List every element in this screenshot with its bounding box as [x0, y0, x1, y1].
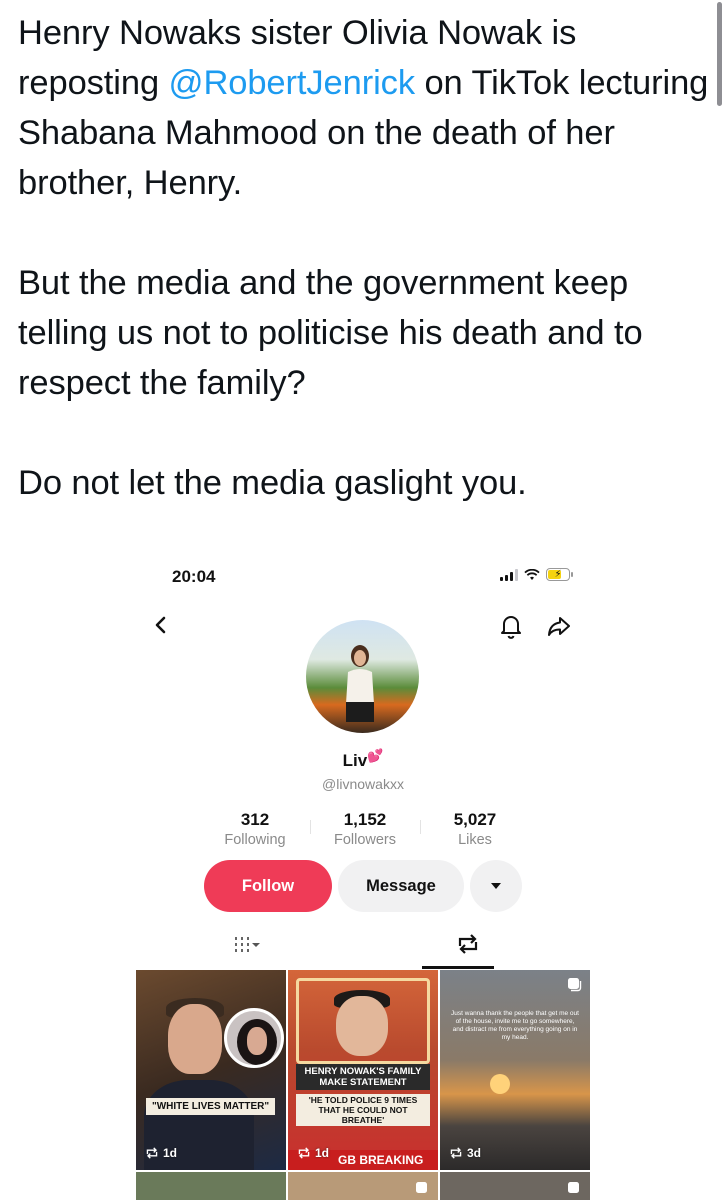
- status-icons: ⚡: [500, 568, 573, 581]
- repost-icon: [298, 1147, 310, 1159]
- stat-value: 5,027: [453, 810, 497, 829]
- mention-link[interactable]: @RobertJenrick: [169, 64, 416, 102]
- caret-down-icon: [491, 883, 501, 889]
- stat-label: Likes: [458, 832, 492, 848]
- tweet-body: Henry Nowaks sister Olivia Nowak is repo…: [18, 8, 713, 508]
- bell-icon[interactable]: [498, 612, 524, 640]
- thumbnail-image: [336, 996, 388, 1056]
- follow-button[interactable]: Follow: [204, 860, 332, 912]
- signal-icon: [500, 568, 518, 581]
- repost-age: 3d: [448, 1146, 481, 1160]
- profile-photo: [346, 645, 374, 722]
- tweet-paragraph-1: Henry Nowaks sister Olivia Nowak is repo…: [18, 8, 713, 208]
- video-thumbnail[interactable]: [288, 1172, 438, 1200]
- stat-value: 312: [240, 810, 270, 829]
- video-overlay-title: HENRY NOWAK'S FAMILY MAKE STATEMENT: [296, 1064, 430, 1090]
- photo-stack-icon: [568, 1182, 579, 1193]
- status-time: 20:04: [172, 567, 216, 586]
- active-tab-indicator: [422, 966, 494, 969]
- thumbnail-image: [168, 1004, 222, 1074]
- repost-age-text: 1d: [315, 1146, 330, 1160]
- video-thumbnail[interactable]: [440, 1172, 590, 1200]
- video-thumbnail[interactable]: "WHITE LIVES MATTER" 1d: [136, 970, 286, 1170]
- repost-icon: [450, 1147, 462, 1159]
- scrollbar[interactable]: [717, 2, 722, 106]
- video-overlay-quote: 'HE TOLD POLICE 9 TIMES THAT HE COULD NO…: [296, 1094, 430, 1126]
- stat-value: 1,152: [343, 810, 387, 829]
- avatar[interactable]: [306, 620, 419, 733]
- thumbnail-inset-image: [224, 1008, 284, 1068]
- video-overlay-text: "WHITE LIVES MATTER": [146, 1098, 276, 1115]
- profile-stats: 312 Following 1,152 Followers 5,027 Like…: [200, 810, 530, 848]
- stat-label: Following: [224, 832, 286, 848]
- repost-icon: [146, 1147, 158, 1159]
- battery-icon: ⚡: [546, 568, 573, 581]
- stat-following[interactable]: 312 Following: [200, 810, 310, 848]
- share-icon[interactable]: [546, 614, 572, 638]
- display-name-text: Liv: [342, 751, 368, 770]
- grid-icon[interactable]: [232, 934, 262, 956]
- thumbnail-image: [490, 1074, 510, 1094]
- more-options-button[interactable]: [470, 860, 522, 912]
- heart-emoji: 💕: [367, 748, 384, 763]
- tweet-paragraph-2: But the media and the government keep te…: [18, 264, 643, 402]
- wifi-icon: [524, 568, 540, 580]
- video-caption: Just wanna thank the people that get me …: [451, 1010, 579, 1041]
- repost-age: 1d: [296, 1146, 329, 1160]
- photo-stack-icon: [568, 978, 582, 992]
- username-handle: @livnowakxx: [322, 776, 404, 792]
- video-grid: "WHITE LIVES MATTER" 1d HENRY NOWAK'S FA…: [136, 970, 590, 1200]
- repost-icon[interactable]: [454, 932, 482, 956]
- embedded-tiktok-screenshot[interactable]: 20:04 ⚡ Liv💕 @livnowakxx 312 Following 1…: [136, 548, 590, 1200]
- repost-age-text: 1d: [163, 1146, 178, 1160]
- video-thumbnail[interactable]: [136, 1172, 286, 1200]
- repost-age-text: 3d: [467, 1146, 482, 1160]
- stat-followers[interactable]: 1,152 Followers: [310, 810, 420, 848]
- video-thumbnail[interactable]: Just wanna thank the people that get me …: [440, 970, 590, 1170]
- photo-stack-icon: [416, 1182, 427, 1193]
- chevron-left-icon[interactable]: [150, 610, 172, 640]
- stat-label: Followers: [333, 832, 397, 848]
- tweet-paragraph-3: Do not let the media gaslight you.: [18, 464, 527, 502]
- display-name: Liv💕: [136, 748, 590, 771]
- repost-age: 1d: [144, 1146, 177, 1160]
- message-button[interactable]: Message: [338, 860, 464, 912]
- stat-likes[interactable]: 5,027 Likes: [420, 810, 530, 848]
- video-thumbnail[interactable]: HENRY NOWAK'S FAMILY MAKE STATEMENT 'HE …: [288, 970, 438, 1170]
